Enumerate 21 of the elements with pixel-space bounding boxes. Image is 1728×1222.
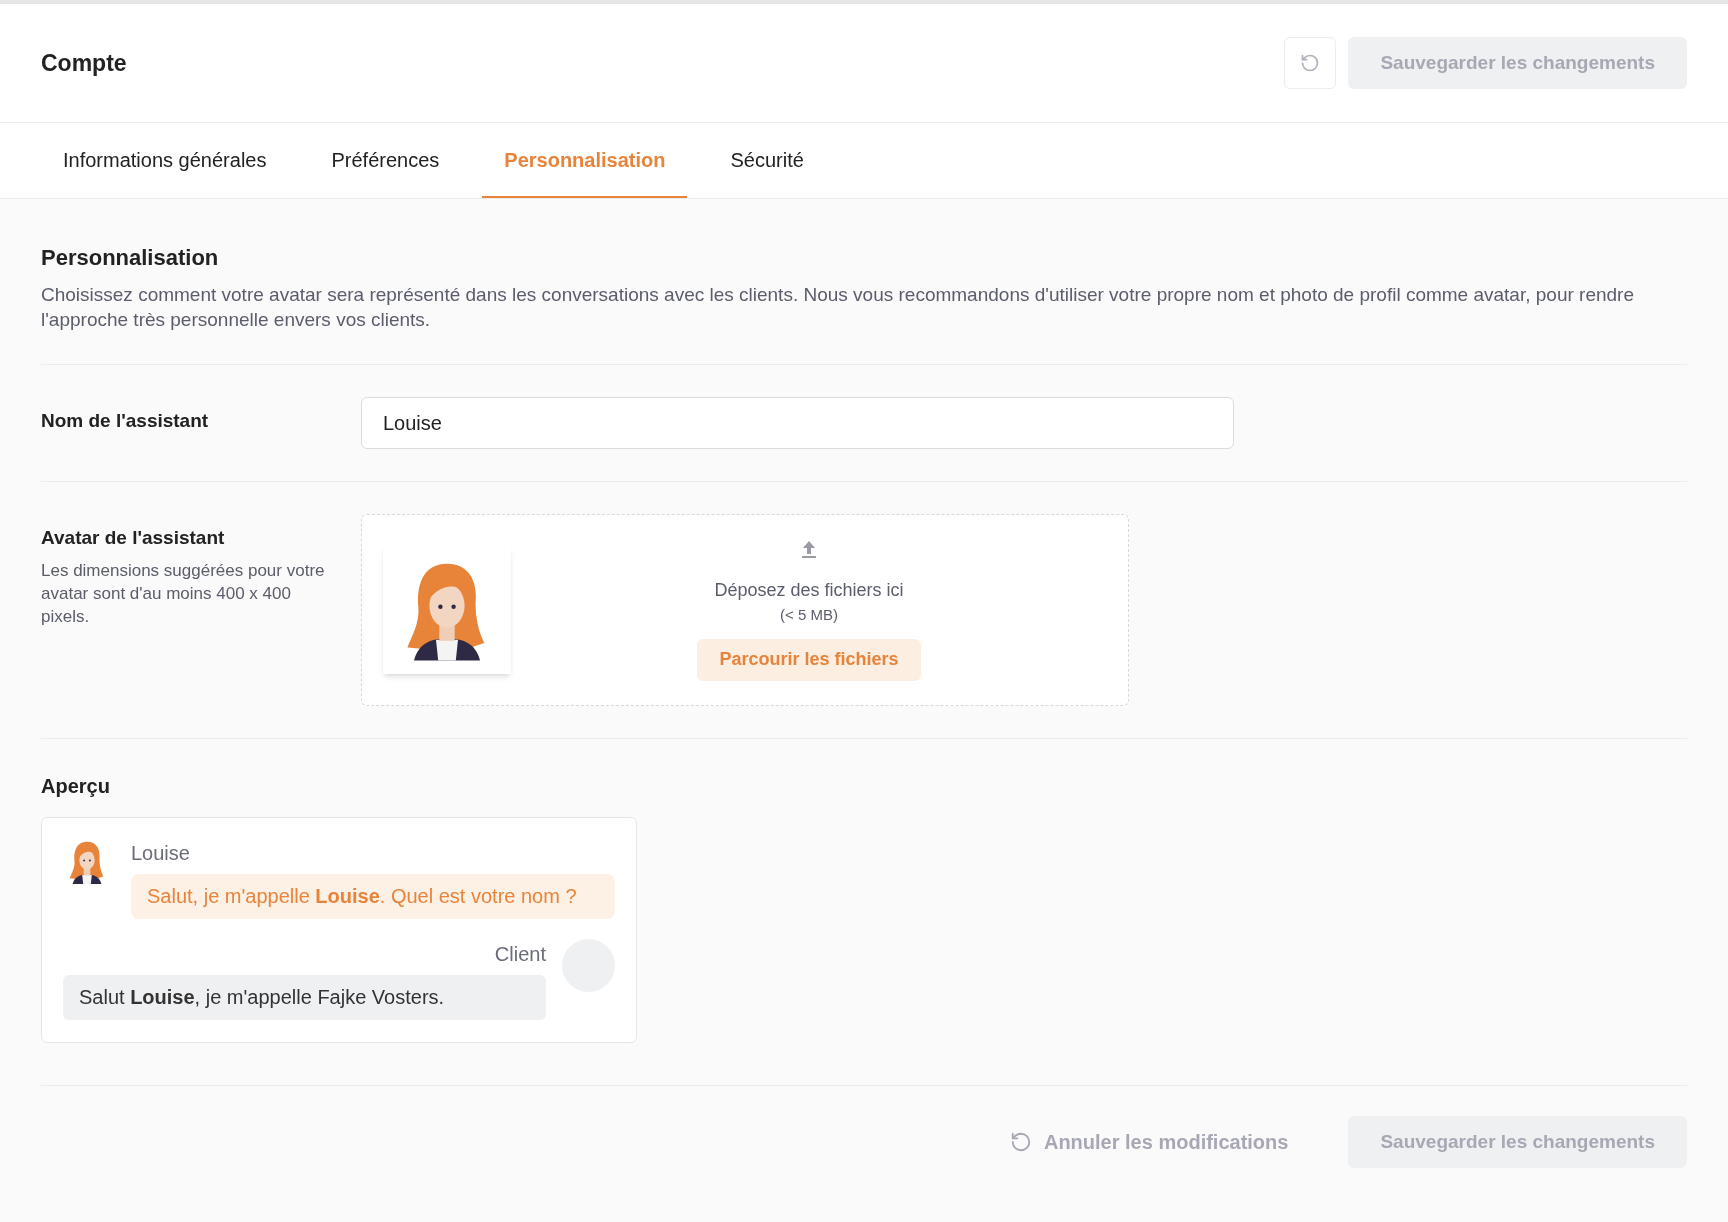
- client-message-bubble: Salut Louise, je m'appelle Fajke Vosters.: [63, 975, 546, 1020]
- page-title: Compte: [41, 48, 127, 78]
- undo-icon: [1300, 53, 1321, 73]
- tab[interactable]: Préférences: [309, 123, 462, 198]
- tab[interactable]: Sécurité: [708, 123, 826, 198]
- dropzone-text: Déposez des fichiers ici: [714, 579, 904, 603]
- sender-name: Louise: [131, 841, 191, 866]
- preview-title: Aperçu: [41, 774, 111, 799]
- file-dropzone[interactable]: Déposez des fichiers ici (< 5 MB) Parcourir les fichiers: [361, 514, 1129, 706]
- file-size-limit: (< 5 MB): [780, 605, 838, 626]
- field-label: Nom de l'assistant: [41, 410, 209, 431]
- upload-icon: [800, 539, 818, 560]
- field-hint: Les dimensions suggérées pour votre avatar sont d'au moins 400 x 400 pixels.: [41, 559, 326, 628]
- name-input-field[interactable]: Louise: [361, 397, 1234, 449]
- assistant-message-bubble: Salut, je m'appelle Louise. Quel est votre nom ?: [131, 874, 615, 919]
- section-title: Personnalisation: [41, 244, 220, 272]
- sender-name: Client: [494, 942, 546, 967]
- tab[interactable]: Informations générales: [41, 123, 289, 198]
- section-description: Choisissez comment votre avatar sera représenté dans les conversations avec les clients. Nous vous recommandons d'utiliser votre propre nom et photo de profil comme avatar, pour rendre l'approche très personnelle envers vos clients.: [41, 283, 1635, 332]
- field-label: Avatar de l'assistant: [41, 526, 226, 550]
- undo-icon: [1009, 1131, 1032, 1153]
